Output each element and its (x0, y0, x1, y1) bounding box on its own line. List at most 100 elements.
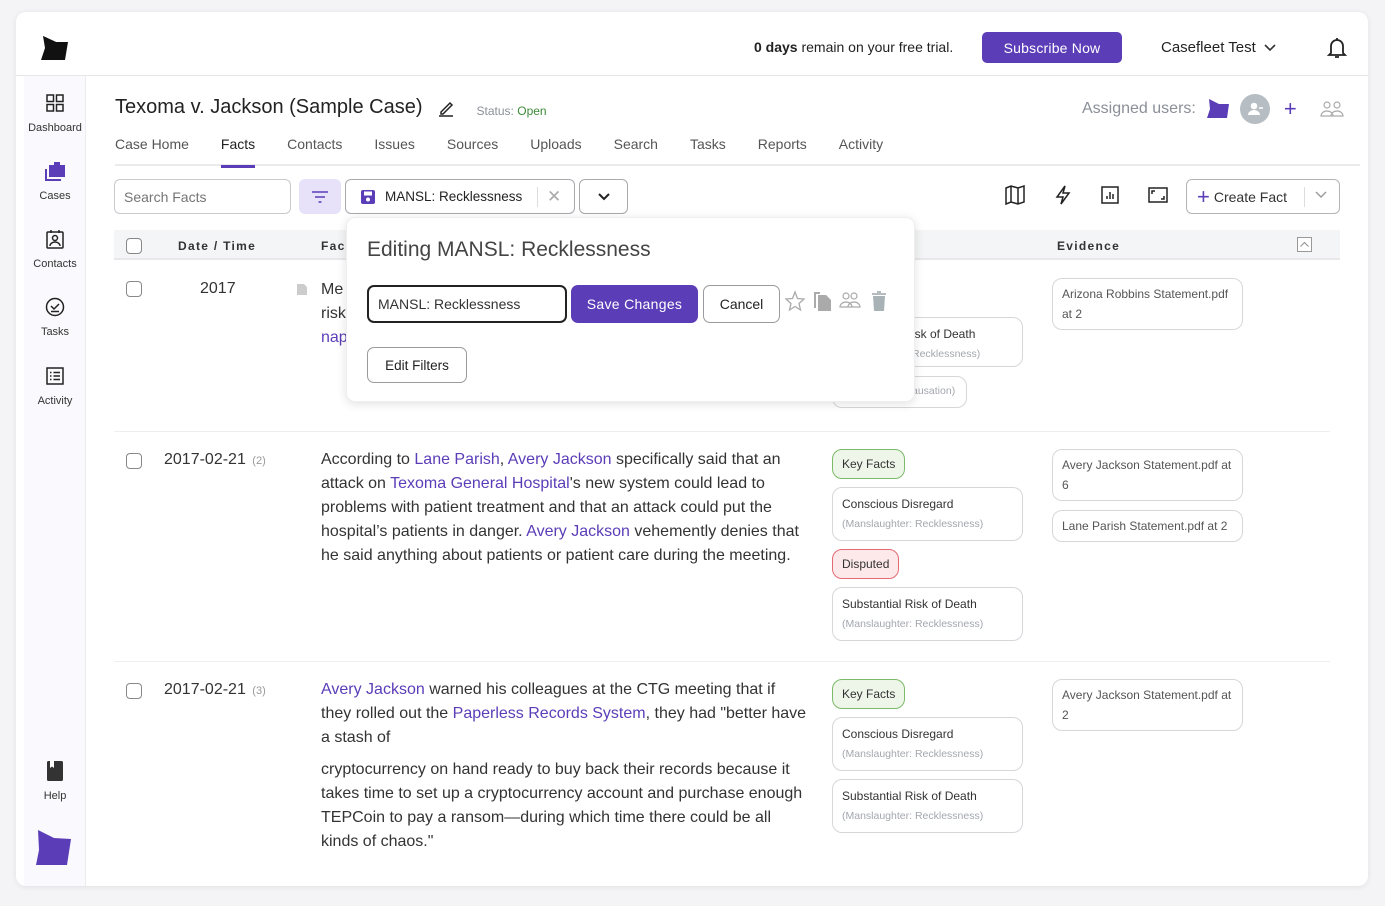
evidence-list: Avery Jackson Statement.pdf at 2 (1052, 679, 1243, 731)
create-fact-button[interactable]: + Create Fact (1186, 179, 1340, 214)
key-facts-tag[interactable]: Key Facts (832, 449, 906, 479)
issue-pill[interactable]: Substantial Risk of Death (Manslaughter: … (832, 779, 1023, 833)
fact-description: According to Lane Parish, Avery Jackson … (321, 451, 799, 564)
casefleet-logo-purple (36, 830, 71, 865)
map-icon[interactable] (1004, 184, 1026, 206)
bell-icon[interactable] (1326, 36, 1348, 60)
subscribe-now-button[interactable]: Subscribe Now (982, 32, 1122, 63)
trash-icon[interactable] (868, 290, 890, 312)
tab-facts[interactable]: Facts (220, 136, 256, 168)
status-value: Open (517, 103, 547, 118)
sidebar-item-activity[interactable]: Activity (24, 365, 86, 407)
tab-issues[interactable]: Issues (374, 136, 414, 166)
sidebar-item-dashboard[interactable]: Dashboard (24, 92, 86, 134)
case-title: Texoma v. Jackson (Sample Case) (115, 96, 423, 118)
entity-link[interactable]: Texoma General Hospital (390, 475, 570, 492)
account-name: Casefleet Test (1161, 39, 1256, 56)
filter-name-input[interactable] (367, 285, 567, 323)
contact-link[interactable]: Lane Parish (414, 451, 499, 468)
fact-date: 2017 (200, 280, 236, 297)
app-window: 0 days remain on your free trial. Subscr… (16, 12, 1368, 886)
sidebar-item-cases[interactable]: Cases (24, 160, 86, 202)
table-row[interactable]: 2017-02-21 (3) Avery Jackson warned his … (114, 663, 1330, 886)
issue-pill[interactable]: Conscious Disregard (Manslaughter: Reckle… (832, 717, 1023, 771)
case-header: Texoma v. Jackson (Sample Case) Status: … (115, 96, 547, 119)
column-date[interactable]: Date / Time (178, 239, 256, 253)
row-checkbox[interactable] (126, 281, 142, 297)
tab-activity[interactable]: Activity (839, 136, 883, 166)
edit-filters-button[interactable]: Edit Filters (367, 347, 467, 383)
column-evidence[interactable]: Evidence (1057, 239, 1120, 253)
user-avatar[interactable] (1239, 94, 1270, 124)
duplicate-icon[interactable] (812, 290, 834, 312)
account-menu[interactable]: Casefleet Test (1161, 39, 1276, 56)
entity-link[interactable]: Paperless Records System (453, 705, 646, 722)
tab-tasks[interactable]: Tasks (690, 136, 726, 166)
user-icon (1247, 102, 1263, 115)
evidence-list: Avery Jackson Statement.pdf at 6 Lane Pa… (1052, 449, 1243, 542)
sidebar-item-tasks[interactable]: Tasks (24, 296, 86, 338)
list-icon (46, 367, 64, 385)
check-circle-icon (45, 297, 65, 317)
tab-sources[interactable]: Sources (447, 136, 498, 166)
evidence-item[interactable]: Avery Jackson Statement.pdf at 6 (1052, 449, 1243, 501)
edit-saved-filter-popover: Editing MANSL: Recklessness Save Changes… (346, 217, 915, 402)
sidebar-item-help[interactable]: Help (24, 760, 86, 802)
contact-link[interactable]: Avery Jackson (508, 451, 612, 468)
star-icon[interactable] (784, 290, 806, 312)
chart-icon[interactable] (1099, 184, 1121, 206)
contact-badge-icon (46, 230, 64, 249)
help-book-icon (47, 761, 63, 781)
chevron-down-icon (1264, 43, 1276, 51)
fact-date: 2017-02-21 (3) (164, 681, 266, 698)
evidence-item[interactable]: Lane Parish Statement.pdf at 2 (1052, 510, 1243, 542)
add-user-icon[interactable]: + (1284, 96, 1297, 122)
save-disk-icon (361, 189, 375, 204)
filter-button[interactable] (299, 179, 341, 214)
saved-filter-dropdown-button[interactable] (579, 179, 628, 214)
evidence-item[interactable]: Avery Jackson Statement.pdf at 2 (1052, 679, 1243, 731)
save-changes-button[interactable]: Save Changes (571, 285, 698, 323)
issue-pill[interactable]: Conscious Disregard (Manslaughter: Reckle… (832, 487, 1023, 541)
collapse-up-icon[interactable] (1297, 237, 1312, 252)
case-status: Status: Open (476, 103, 547, 118)
tab-search[interactable]: Search (614, 136, 658, 166)
saved-filter-select[interactable]: MANSL: Recklessness ✕ (345, 179, 575, 214)
create-fact-dropdown-icon[interactable] (1314, 190, 1328, 199)
contact-link[interactable]: Avery Jackson (526, 523, 630, 540)
casefleet-user-avatar[interactable] (1206, 99, 1230, 119)
table-row[interactable]: 2017-02-21 (2) According to Lane Parish,… (114, 433, 1330, 662)
row-checkbox[interactable] (126, 453, 142, 469)
sidebar-item-contacts[interactable]: Contacts (24, 228, 86, 270)
casefleet-logo[interactable] (40, 34, 70, 62)
chevron-down-icon (597, 193, 610, 201)
search-facts-input[interactable] (114, 179, 291, 214)
popover-title: Editing MANSL: Recklessness (367, 238, 651, 261)
share-users-icon[interactable] (839, 290, 861, 312)
lightning-icon[interactable] (1052, 184, 1074, 206)
disputed-tag[interactable]: Disputed (832, 549, 900, 579)
issues-list: Key Facts Conscious Disregard (Manslaught… (832, 449, 1024, 641)
fullscreen-icon[interactable] (1147, 184, 1169, 206)
column-fact[interactable]: Fac (321, 239, 346, 253)
issue-pill[interactable]: Substantial Risk of Death (Manslaughter: … (832, 587, 1023, 641)
manage-users-icon[interactable] (1319, 100, 1345, 118)
grid-icon (46, 94, 64, 112)
evidence-item[interactable]: Arizona Robbins Statement.pdf at 2 (1052, 278, 1243, 330)
fact-description: Avery Jackson warned his colleagues at t… (321, 681, 807, 850)
contact-link[interactable]: Avery Jackson (321, 681, 425, 698)
tab-case-home[interactable]: Case Home (115, 136, 189, 166)
key-facts-tag[interactable]: Key Facts (832, 679, 906, 709)
tab-reports[interactable]: Reports (758, 136, 807, 166)
clear-filter-icon[interactable]: ✕ (547, 187, 561, 207)
trial-notice: 0 days remain on your free trial. (754, 39, 954, 55)
cancel-button[interactable]: Cancel (703, 285, 780, 323)
tab-contacts[interactable]: Contacts (287, 136, 342, 166)
assigned-users: Assigned users: + (1082, 94, 1345, 124)
edit-pencil-icon[interactable] (437, 99, 455, 117)
row-checkbox[interactable] (126, 683, 142, 699)
tab-uploads[interactable]: Uploads (530, 136, 581, 166)
sidebar: Dashboard Cases Contacts Tasks Activity … (24, 76, 86, 886)
case-tabs: Case Home Facts Contacts Issues Sources … (115, 136, 1360, 168)
select-all-checkbox[interactable] (126, 238, 142, 254)
